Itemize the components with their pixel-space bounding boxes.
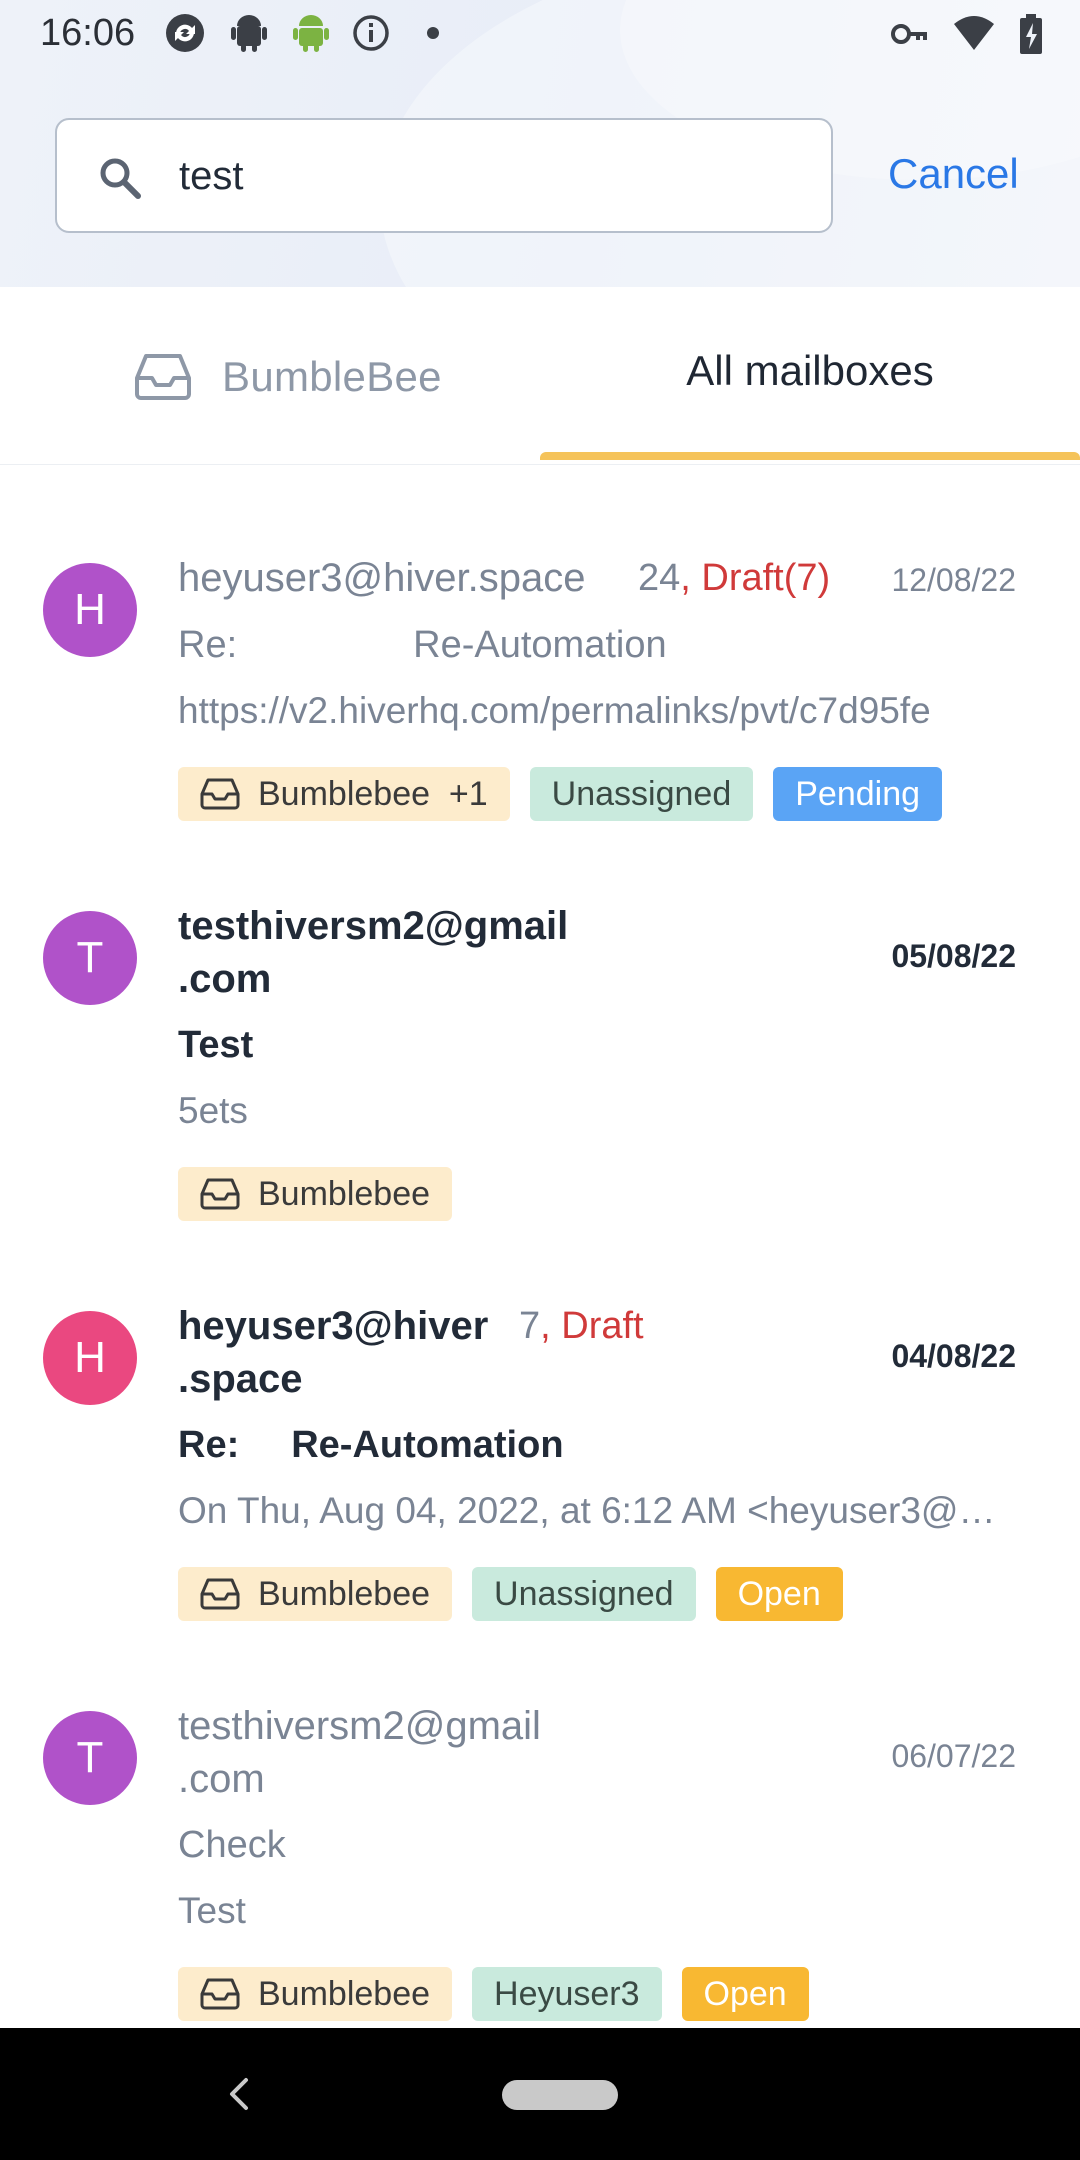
snippet: On Thu, Aug 04, 2022, at 6:12 AM <heyuse…: [178, 1490, 1006, 1531]
back-icon[interactable]: [224, 2076, 254, 2112]
mailbox-tag: Bumblebee: [178, 1967, 453, 2021]
system-nav-bar: [0, 2028, 1080, 2160]
list-item[interactable]: T testhiversm2@gmail .com 06/07/22 Check …: [0, 1688, 1080, 2028]
sender: heyuser3@hiver.space: [178, 1304, 489, 1401]
status-badge: Open: [715, 1567, 843, 1621]
snippet: https://v2.hiverhq.com/permalinks/pvt/c7…: [178, 690, 931, 731]
avatar: T: [43, 911, 137, 1005]
tags: Bumblebee: [178, 1167, 453, 1221]
assignee-tag: Unassigned: [529, 767, 754, 821]
thread-count: 24, Draft(7): [638, 557, 831, 599]
battery-charging-icon: [1020, 14, 1042, 54]
tags: Bumblebee +1 Unassigned Pending: [178, 767, 943, 821]
active-tab-indicator: [540, 452, 1080, 460]
android-icon: [231, 15, 267, 52]
dot-icon: [427, 27, 439, 39]
android-green-icon: [293, 15, 329, 52]
sender: testhiversm2@gmail .com: [178, 1704, 541, 1801]
subject: Re: Re-Automation: [178, 624, 667, 666]
home-pill-icon[interactable]: [502, 2080, 618, 2110]
snippet: 5ets: [178, 1090, 248, 1131]
assignee-tag: Unassigned: [472, 1567, 696, 1621]
sync-icon: [166, 14, 204, 52]
list-item[interactable]: T testhiversm2@gmail .com 05/08/22 Test 5…: [0, 888, 1080, 1228]
mailbox-tag: Bumblebee: [178, 1567, 453, 1621]
vpn-key-icon: [891, 24, 927, 44]
search-icon: [100, 158, 141, 199]
search-box[interactable]: [55, 118, 833, 233]
inbox-icon: [200, 1178, 240, 1210]
subject: Test: [178, 1024, 254, 1066]
mailbox-tabs: BumbleBee All mailboxes: [0, 287, 1080, 465]
mailbox-tag: Bumblebee +1: [178, 767, 510, 821]
list-item[interactable]: H heyuser3@hiver.space 24, Draft(7) 12/0…: [0, 540, 1080, 860]
snippet: Test: [178, 1890, 246, 1931]
thread-count: 7, Draft: [519, 1305, 644, 1347]
status-badge: Pending: [773, 767, 943, 821]
draft-indicator: , Draft(7): [680, 557, 831, 599]
date: 05/08/22: [891, 938, 1016, 974]
subject: Check: [178, 1824, 286, 1866]
cancel-button[interactable]: Cancel: [888, 150, 1019, 198]
date: 12/08/22: [891, 562, 1016, 598]
mailbox-tag: Bumblebee: [178, 1167, 453, 1221]
status-time: 16:06: [40, 12, 136, 54]
assignee-tag: Heyuser3: [472, 1967, 662, 2021]
tags: Bumblebee Heyuser3 Open: [178, 1967, 809, 2021]
tab-bumblebee-label: BumbleBee: [222, 353, 442, 400]
avatar: H: [43, 1311, 137, 1405]
tab-all-mailboxes[interactable]: All mailboxes: [540, 347, 1080, 395]
inbox-icon: [135, 354, 191, 400]
inbox-icon: [200, 1578, 240, 1610]
search-header: 16:06 test Cancel: [0, 0, 1080, 287]
inbox-icon: [200, 778, 240, 810]
wifi-icon: [954, 16, 994, 50]
inbox-icon: [200, 1978, 240, 2010]
status-bar: 16:06: [0, 0, 1080, 66]
subject: Re: Re-Automation: [178, 1424, 564, 1466]
info-icon: [353, 15, 389, 51]
search-input[interactable]: [179, 146, 779, 206]
sender: testhiversm2@gmail .com: [178, 904, 569, 1001]
avatar: T: [43, 1711, 137, 1805]
tab-bumblebee[interactable]: BumbleBee: [134, 347, 442, 407]
draft-indicator: , Draft: [540, 1305, 644, 1347]
status-badge: Open: [681, 1967, 809, 2021]
date: 06/07/22: [891, 1738, 1016, 1774]
list-item[interactable]: H heyuser3@hiver .space 7, Draft 04/08/22…: [0, 1288, 1080, 1628]
avatar: H: [43, 563, 137, 657]
date: 04/08/22: [891, 1338, 1016, 1374]
sender: heyuser3@hiver.space: [178, 556, 586, 600]
tags: Bumblebee Unassigned Open: [178, 1567, 843, 1621]
